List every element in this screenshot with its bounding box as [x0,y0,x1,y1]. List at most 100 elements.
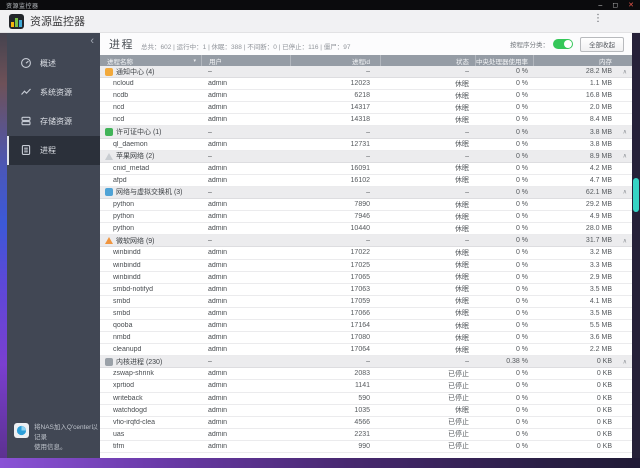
user-cell: admin [208,297,228,305]
col-process-name[interactable]: 进程名称 ▾ [100,55,201,66]
process-row[interactable]: vfio-irqfd-clea admin 4566 已停止 0 % 0 KB [100,416,632,429]
process-row[interactable]: watchdogd admin 1035 休眠 0 % 0 KB [100,404,632,417]
process-row[interactable]: tifm admin 990 已停止 0 % 0 KB [100,440,632,453]
process-row[interactable]: ncd admin 14317 休眠 0 % 2.0 MB [100,102,632,115]
group-row[interactable]: 通知中心 (4) – – – 0 % 28.2 MB ∧ [100,66,632,79]
collapse-group-icon[interactable]: ∧ [623,68,627,75]
process-row[interactable]: zswap-shrink admin 2083 已停止 0 % 0 KB [100,368,632,381]
process-row[interactable]: cnid_metad admin 16091 休眠 0 % 4.2 MB [100,162,632,175]
collapse-group-icon[interactable]: ∧ [623,237,627,244]
sidebar-item-line-chart[interactable]: 系统资源 [7,78,100,107]
group-by-app-toggle[interactable] [553,39,573,49]
cpu-cell: 0 % [515,152,528,160]
scrollbar-thumb[interactable] [633,178,639,212]
process-row[interactable]: python admin 7890 休眠 0 % 29.2 MB [100,199,632,212]
process-row[interactable] [100,453,632,458]
cpu-cell: 0 % [515,213,528,221]
cpu-cell: 0 % [515,188,528,196]
user-cell: admin [208,140,228,148]
process-row[interactable]: afpd admin 16102 休眠 0 % 4.7 MB [100,174,632,187]
status-cell: 休眠 [455,262,469,270]
qcenter-icon [14,422,29,438]
col-cpu-usage[interactable]: 中央处理器使用率 [475,55,533,66]
process-row[interactable]: python admin 10440 休眠 0 % 28.0 MB [100,223,632,236]
sidebar-item-label: 系统资源 [40,88,72,97]
process-name: ncd [113,116,125,124]
memory-cell: 0 KB [596,394,612,402]
memory-cell: 8.9 MB [589,152,612,160]
cpu-cell: 0 % [515,140,528,148]
process-row[interactable]: ncloud admin 12023 休眠 0 % 1.1 MB [100,78,632,91]
process-row[interactable]: smbd-notifyd admin 17063 休眠 0 % 3.5 MB [100,283,632,296]
user-cell: admin [208,164,228,172]
maximize-icon[interactable]: ◻ [612,2,618,9]
user-cell: admin [208,104,228,112]
process-name: ncd [113,104,125,112]
status-cell: 已停止 [448,443,469,451]
collapse-group-icon[interactable]: ∧ [623,153,627,160]
process-row[interactable]: uas admin 2231 已停止 0 % 0 KB [100,428,632,441]
pid-cell: 12023 [350,80,370,88]
group-row[interactable]: 苹果网络 (2) – – – 0 % 8.9 MB ∧ [100,150,632,163]
process-row[interactable]: cleanupd admin 17064 休眠 0 % 2.2 MB [100,344,632,357]
sidebar-item-gauge[interactable]: 概述 [7,49,100,78]
collapse-group-icon[interactable]: ∧ [623,358,627,365]
group-row[interactable]: 微软网络 (9) – – – 0 % 31.7 MB ∧ [100,235,632,248]
process-row[interactable]: writeback admin 590 已停止 0 % 0 KB [100,392,632,405]
sidebar-collapse-icon[interactable]: ‹ [90,35,94,47]
group-row[interactable]: 许可证中心 (1) – – – 0 % 3.8 MB ∧ [100,126,632,139]
col-pid[interactable]: 进程id [290,55,380,66]
process-row[interactable]: smbd admin 17066 休眠 0 % 3.5 MB [100,307,632,320]
collapse-group-icon[interactable]: ∧ [623,128,627,135]
status-cell: – [465,152,469,160]
process-row[interactable]: xprtiod admin 1141 已停止 0 % 0 KB [100,380,632,393]
process-name: python [113,225,135,233]
process-row[interactable]: qooba admin 17164 休眠 0 % 5.5 MB [100,319,632,333]
pid-cell: – [366,152,370,160]
user-cell: – [208,358,212,366]
group-row[interactable]: 内核进程 (230) – – – 0.38 % 0 KB ∧ [100,356,632,369]
user-cell: admin [208,309,228,317]
process-row[interactable]: winbindd admin 17065 休眠 0 % 2.9 MB [100,271,632,284]
col-memory[interactable]: 内存 [533,55,632,66]
collapse-group-icon[interactable]: ∧ [623,189,627,196]
memory-cell: 4.7 MB [589,176,612,184]
process-row[interactable]: smbd admin 17059 休眠 0 % 4.1 MB [100,295,632,308]
cpu-cell: 0 % [515,237,528,245]
col-user[interactable]: 用户 [201,55,290,66]
cpu-cell: 0 % [515,176,528,184]
status-cell: 已停止 [448,382,469,390]
status-cell: 已停止 [448,419,469,427]
process-row[interactable]: nmbd admin 17080 休眠 0 % 3.6 MB [100,332,632,345]
process-name: winbindd [113,249,141,257]
process-row[interactable]: winbindd admin 17025 休眠 0 % 3.3 MB [100,259,632,272]
sidebar-item-label: 进程 [40,146,56,155]
col-status[interactable]: 状态 [380,55,475,66]
kebab-menu-icon[interactable]: ⋮ [593,13,603,24]
user-cell: admin [208,92,228,100]
sort-descending-icon[interactable]: ▾ [193,58,196,64]
group-row[interactable]: 网络与虚拟交换机 (3) – – – 0 % 62.1 MB ∧ [100,186,632,200]
user-cell: admin [208,213,228,221]
memory-cell: 3.2 MB [589,249,612,257]
sidebar-item-storage[interactable]: 存储资源 [7,107,100,136]
qcenter-promo[interactable]: 将NAS加入Q'center以记录 使用信息。 [14,422,98,453]
process-row[interactable]: winbindd admin 17022 休眠 0 % 3.2 MB [100,247,632,260]
memory-cell: 3.5 MB [589,285,612,293]
close-icon[interactable]: ✕ [628,2,634,9]
process-row[interactable]: ncd admin 14318 休眠 0 % 8.4 MB [100,114,632,127]
pid-cell: 12731 [350,140,370,148]
sidebar-item-process-list[interactable]: 进程 [7,136,100,165]
process-row[interactable]: ql_daemon admin 12731 休眠 0 % 3.8 MB [100,138,632,151]
cpu-cell: 0 % [515,261,528,269]
notification-center-icon [105,67,113,76]
user-cell: admin [208,285,228,293]
process-row[interactable]: python admin 7946 休眠 0 % 4.9 MB [100,211,632,224]
user-cell: – [208,237,212,245]
minimize-icon[interactable]: – [598,2,602,9]
collapse-all-button[interactable]: 全部收起 [580,36,624,52]
memory-cell: 5.5 MB [589,322,612,330]
cpu-cell: 0 % [515,322,528,330]
sidebar-item-label: 存储资源 [40,117,72,126]
process-row[interactable]: ncdb admin 6218 休眠 0 % 16.8 MB [100,90,632,103]
